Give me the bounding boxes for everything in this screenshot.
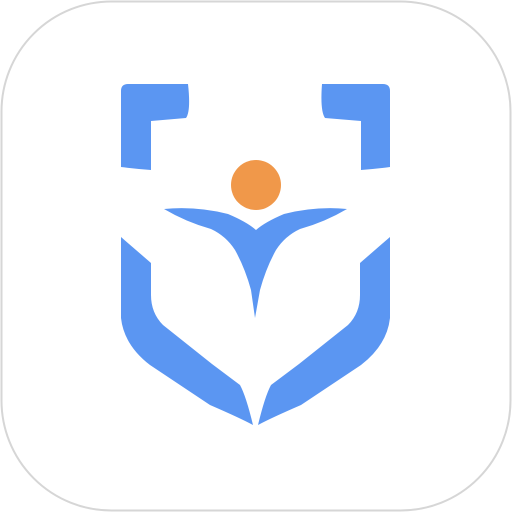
app-icon-canvas	[0, 0, 512, 512]
app-icon[interactable]	[0, 0, 512, 512]
person-head	[231, 160, 281, 210]
